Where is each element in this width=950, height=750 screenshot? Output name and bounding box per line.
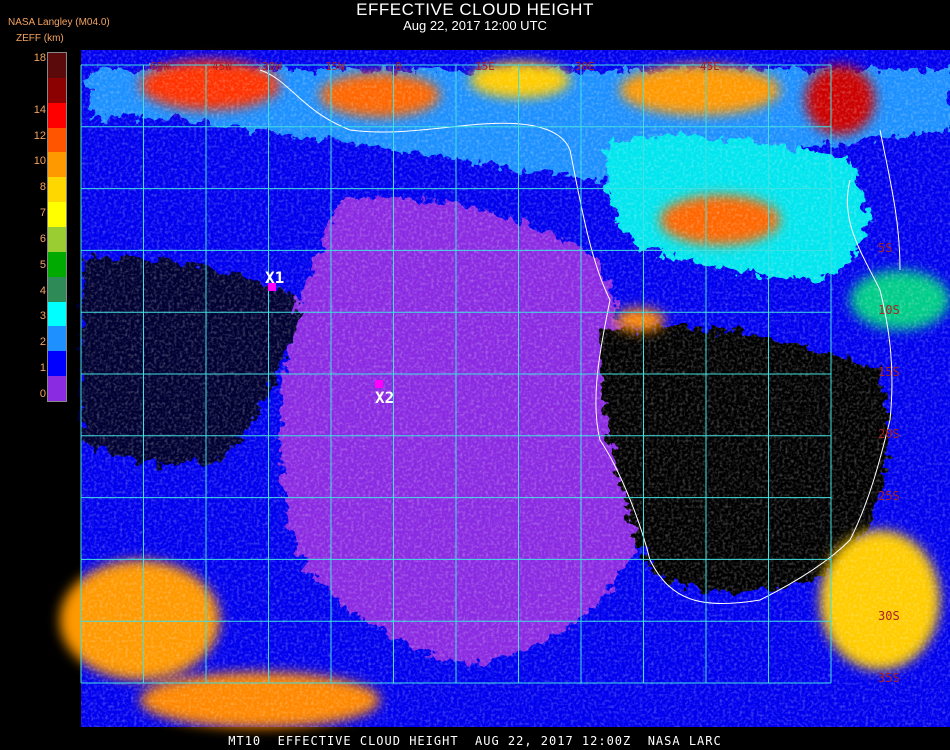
lon-label: 60W (150, 60, 170, 73)
cloud-field (60, 50, 950, 728)
lon-label: 45W (212, 60, 232, 73)
footer-caption: MT10 EFFECTIVE CLOUD HEIGHT AUG 22, 2017… (228, 734, 722, 748)
lon-label: 30W (262, 60, 282, 73)
lon-label: 45E (700, 60, 720, 73)
lat-label: 10S (878, 303, 900, 317)
lon-label: 15E (475, 60, 495, 73)
lon-label: 30E (575, 60, 595, 73)
lon-label: 15W (325, 60, 345, 73)
lat-label: 5S (878, 241, 892, 255)
lat-label: 20S (878, 427, 900, 441)
lat-label: 30S (878, 609, 900, 623)
lon-label: 0 (395, 60, 402, 73)
cloud-height-map: 60W 45W 30W 15W 0 15E 30E 45E 5S 10S 15S 20S 25S 30S… (60, 50, 950, 728)
lat-label: 35S (878, 671, 900, 685)
lat-label: 25S (878, 489, 900, 503)
marker-x1-label: X1 (265, 268, 284, 287)
lat-label: 15S (878, 365, 900, 379)
marker-x2-label: X2 (375, 388, 394, 407)
marker-x2-dot (375, 380, 383, 388)
